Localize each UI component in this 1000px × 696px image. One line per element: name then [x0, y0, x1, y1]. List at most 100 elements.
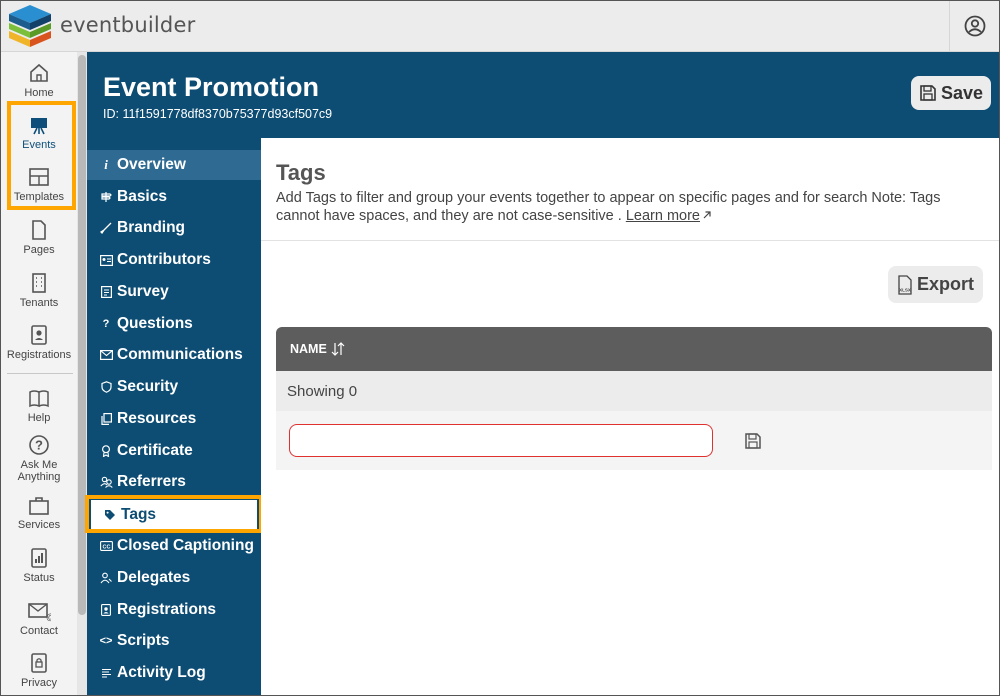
nav-item-basics[interactable]: Basics [87, 182, 261, 212]
user-account-button[interactable] [949, 1, 999, 51]
rail-label: Services [17, 519, 61, 531]
rail-item-tenants[interactable]: Tenants [1, 272, 77, 309]
rail-item-status[interactable]: Status [1, 547, 77, 584]
nav-item-questions[interactable]: ? Questions [87, 309, 261, 339]
event-id: ID: 11f1591778df8370b75377d93cf507c9 [103, 107, 333, 121]
app-window: eventbuilder Home Events Templates Pages [0, 0, 1000, 696]
nav-label: Survey [117, 283, 169, 300]
floppy-disk-icon[interactable] [744, 432, 762, 450]
sort-icon[interactable] [330, 341, 346, 357]
rail-item-pages[interactable]: Pages [1, 219, 77, 256]
new-tag-row [276, 411, 992, 470]
event-settings-nav: i Overview Basics Branding Contributors S… [87, 138, 261, 695]
nav-label: Delegates [117, 569, 191, 586]
nav-label: Registrations [117, 601, 217, 618]
page-title: Event Promotion [103, 72, 320, 102]
learn-more-label: Learn more [625, 208, 700, 224]
tag-name-input[interactable] [289, 424, 713, 457]
lock-icon [31, 653, 47, 673]
rail-label: Home [24, 87, 54, 99]
page-icon [32, 220, 46, 240]
rail-label: Ask Me [20, 459, 58, 471]
badge-icon [99, 604, 113, 616]
xlsx-file-icon-label: XLSX [899, 287, 911, 292]
code-icon: <> [99, 635, 113, 647]
book-icon [29, 390, 49, 408]
rail-item-services[interactable]: Services [1, 494, 77, 531]
nav-item-delegates[interactable]: Delegates [87, 563, 261, 593]
description-text: Add Tags to filter and group your events… [276, 190, 941, 224]
info-icon: i [104, 157, 108, 172]
user-circle-icon [964, 15, 985, 37]
column-header-name[interactable]: NAME [290, 342, 327, 356]
nav-item-closed-captioning[interactable]: CC Closed Captioning [87, 531, 261, 561]
nav-label: Questions [117, 315, 193, 332]
eventbuilder-logo-icon[interactable] [7, 3, 53, 49]
rail-label: Help [27, 412, 51, 424]
nav-item-scripts[interactable]: <> Scripts [87, 626, 261, 656]
section-description: Add Tags to filter and group your events… [276, 189, 988, 225]
nav-item-security[interactable]: Security [87, 372, 261, 402]
tags-panel: Tags Add Tags to filter and group your e… [261, 138, 999, 695]
svg-text:CC: CC [102, 544, 110, 550]
nav-item-survey[interactable]: Survey [87, 277, 261, 307]
briefcase-icon [29, 497, 49, 515]
tags-header: Tags Add Tags to filter and group your e… [261, 138, 999, 241]
section-title: Tags [276, 160, 326, 185]
rail-item-home[interactable]: Home [1, 62, 77, 99]
nav-item-overview[interactable]: i Overview [87, 150, 261, 180]
save-label: Save [940, 82, 984, 103]
signpost-icon [99, 191, 113, 203]
envelope-icon [99, 350, 113, 360]
nav-label: Scripts [117, 632, 170, 649]
nav-item-branding[interactable]: Branding [87, 213, 261, 243]
learn-more-link[interactable]: Learn more [626, 208, 700, 224]
form-icon [99, 286, 113, 298]
nav-item-certificate[interactable]: Certificate [87, 436, 261, 466]
event-header: Event Promotion ID: 11f1591778df8370b753… [87, 52, 999, 138]
delegate-icon [99, 572, 113, 584]
nav-item-registrations[interactable]: Registrations [87, 595, 261, 625]
nav-label: Resources [117, 410, 197, 427]
floppy-disk-icon [920, 85, 936, 101]
question-icon: ? [102, 318, 110, 330]
export-button[interactable]: XLSX Export [888, 266, 983, 303]
nav-label: Basics [117, 188, 167, 205]
xlsx-file-icon: XLSX [898, 274, 912, 295]
nav-item-resources[interactable]: Resources [87, 404, 261, 434]
home-icon [30, 63, 48, 82]
list-icon [99, 668, 113, 678]
rail-item-privacy[interactable]: Privacy [1, 652, 77, 689]
svg-text:?: ? [35, 438, 43, 453]
nav-label: Contributors [117, 251, 211, 268]
shield-icon [99, 381, 113, 393]
rail-divider [7, 373, 73, 374]
rail-item-registrations[interactable]: Registrations [1, 324, 77, 361]
nav-item-communications[interactable]: Communications [87, 340, 261, 370]
rail-item-contact[interactable]: @ Contact [1, 600, 77, 637]
rail-label: Registrations [6, 349, 72, 361]
nav-label: Security [117, 378, 179, 395]
rail-item-help[interactable]: Help [1, 387, 77, 424]
copy-icon [99, 413, 113, 425]
rail-item-ask-me-anything[interactable]: ? Ask Me Anything [1, 434, 77, 483]
people-icon [99, 476, 113, 488]
rail-label: Tenants [19, 297, 59, 309]
external-link-icon [703, 211, 711, 219]
highlight-box-rail [7, 101, 76, 210]
nav-label: Branding [117, 219, 186, 236]
save-button[interactable]: Save [911, 76, 991, 110]
id-card-icon [99, 254, 113, 266]
cc-icon: CC [99, 541, 113, 551]
nav-label: Overview [117, 156, 186, 173]
highlight-box-tags [85, 495, 263, 533]
nav-item-referrers[interactable]: Referrers [87, 467, 261, 497]
nav-item-activity-log[interactable]: Activity Log [87, 658, 261, 688]
building-icon [32, 273, 46, 293]
nav-item-contributors[interactable]: Contributors [87, 245, 261, 275]
export-label: Export [916, 274, 974, 294]
rail-label: Pages [23, 244, 55, 256]
top-bar: eventbuilder [1, 1, 999, 52]
rail-label: Contact [20, 625, 58, 637]
nav-label: Referrers [117, 473, 186, 490]
